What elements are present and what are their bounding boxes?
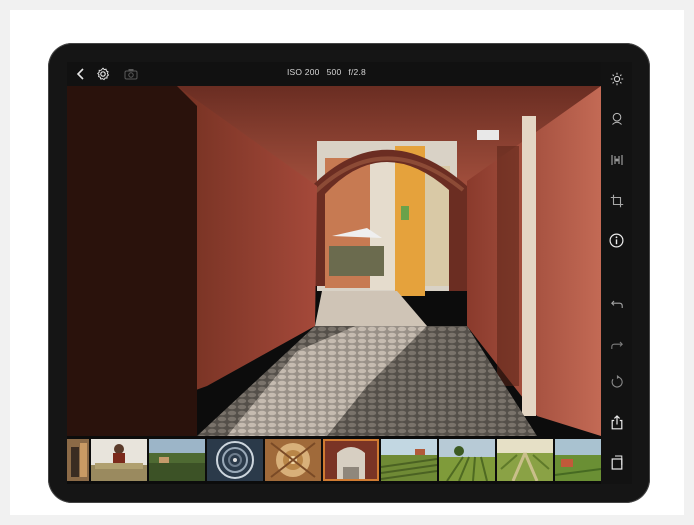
thumbnail-10[interactable]: [555, 439, 601, 481]
thumbnail-4[interactable]: [207, 439, 263, 481]
thumbnail-5[interactable]: [265, 439, 321, 481]
share-icon[interactable]: [608, 414, 625, 431]
thumbnail-8[interactable]: [439, 439, 495, 481]
back-chevron-icon[interactable]: [73, 66, 89, 82]
crop-icon[interactable]: [608, 192, 625, 209]
export-icon[interactable]: [608, 454, 625, 471]
thumbnail-6-selected[interactable]: [323, 439, 379, 481]
exif-readout: ISO 200 500 f/2.8: [287, 67, 373, 77]
info-icon[interactable]: [608, 232, 625, 249]
camera-icon[interactable]: [123, 66, 139, 82]
settings-gear-icon[interactable]: [95, 66, 111, 82]
thumbnail-2[interactable]: [91, 439, 147, 481]
shutter-value: 500: [326, 67, 342, 77]
right-toolbar: [601, 62, 632, 484]
compare-icon[interactable]: [608, 151, 625, 168]
photo-canvas[interactable]: [67, 86, 601, 436]
color-filter-icon[interactable]: [608, 110, 625, 127]
brightness-sun-icon[interactable]: [608, 70, 625, 87]
app-screen: ISO 200 500 f/2.8: [67, 62, 632, 484]
filmstrip: [67, 436, 601, 484]
thumbnail-3[interactable]: [149, 439, 205, 481]
thumbnail-1[interactable]: [67, 439, 89, 481]
iso-value: ISO 200: [287, 67, 320, 77]
undo-icon[interactable]: [608, 295, 625, 312]
aperture-value: f/2.8: [348, 67, 366, 77]
redo-icon[interactable]: [608, 336, 625, 353]
revert-icon[interactable]: [608, 373, 625, 390]
top-toolbar: ISO 200 500 f/2.8: [67, 62, 632, 86]
thumbnail-9[interactable]: [497, 439, 553, 481]
thumbnail-7[interactable]: [381, 439, 437, 481]
